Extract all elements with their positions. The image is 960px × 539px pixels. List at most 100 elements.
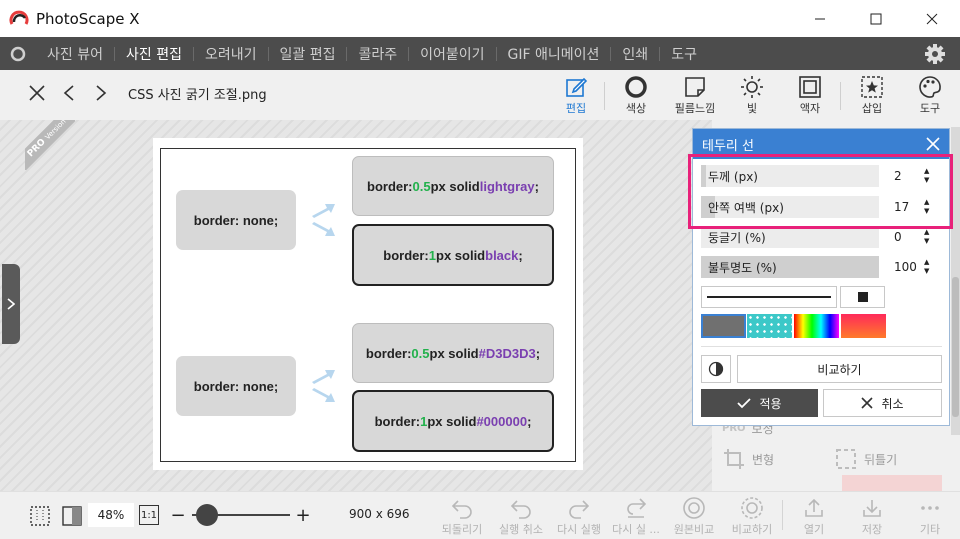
box-border-d3d3d3: border: 0.5 px solid #D3D3D3; bbox=[352, 323, 554, 383]
box-border-none-top: border: none; bbox=[176, 190, 296, 250]
bottom-bar: 48% 1:1 − + 900 x 696 되돌리기 실행 취소 다시 실행 다… bbox=[0, 491, 960, 539]
arrow-icon bbox=[312, 204, 335, 236]
roundness-row: 둥글기 (%) bbox=[701, 226, 879, 248]
line-style-select[interactable] bbox=[701, 286, 837, 308]
nav-batch[interactable]: 일괄 편집 bbox=[269, 44, 347, 64]
opacity-row: 불투명도 (%) bbox=[701, 256, 879, 278]
compare-toggle-button[interactable] bbox=[701, 355, 731, 383]
target-icon bbox=[683, 497, 705, 519]
redo-all-button[interactable]: 다시 실 ... bbox=[608, 495, 664, 537]
title-bar: PhotoScape X bbox=[0, 0, 960, 37]
compare-bottom-label: 비교하기 bbox=[731, 523, 773, 536]
box-text: px solid bbox=[429, 345, 479, 361]
compare-button[interactable]: 비교하기 bbox=[737, 355, 942, 383]
nav-print[interactable]: 인쇄 bbox=[611, 44, 659, 64]
original-compare-button[interactable]: 원본비교 bbox=[666, 495, 722, 537]
pro-ribbon-label: PRO bbox=[25, 137, 48, 160]
bottom-divider bbox=[782, 500, 783, 530]
scrollbar-thumb[interactable] bbox=[952, 277, 959, 417]
toolbar-divider bbox=[604, 82, 605, 110]
redo-all-icon bbox=[627, 498, 647, 518]
panel-item-label: 변형 bbox=[752, 452, 775, 467]
nav-gif[interactable]: GIF 애니메이션 bbox=[497, 44, 611, 64]
box-text: px solid bbox=[430, 178, 480, 194]
roundness-slider[interactable]: 둥글기 (%) bbox=[701, 226, 879, 248]
dialog-close-button[interactable] bbox=[923, 134, 943, 154]
home-button[interactable] bbox=[0, 45, 36, 63]
zoom-out-button[interactable]: − bbox=[170, 504, 186, 526]
zoom-level-field[interactable]: 48% bbox=[88, 503, 134, 527]
maximize-button[interactable] bbox=[848, 0, 904, 37]
panel-item-warp[interactable]: 뒤틀기 bbox=[834, 447, 897, 471]
more-button[interactable]: 기타 bbox=[902, 495, 958, 537]
revert-button[interactable]: 되돌리기 bbox=[434, 495, 490, 537]
more-label: 기타 bbox=[919, 523, 941, 536]
opacity-slider[interactable]: 불투명도 (%) bbox=[701, 256, 879, 278]
stepper-value: 100 bbox=[894, 260, 917, 274]
box-text: lightgray bbox=[479, 178, 535, 194]
edit-icon bbox=[566, 77, 588, 97]
tab-frame[interactable]: 액자 bbox=[785, 74, 835, 116]
tab-film[interactable]: 필름느낌 bbox=[670, 74, 720, 116]
pro-ribbon-sub: Version bbox=[43, 120, 68, 142]
tab-edit[interactable]: 편집 bbox=[551, 74, 601, 116]
box-text: 1 bbox=[420, 413, 428, 429]
zoom-slider-knob[interactable] bbox=[196, 504, 218, 526]
close-icon bbox=[29, 85, 45, 101]
panel-item-transform[interactable]: 변형 bbox=[722, 447, 774, 471]
box-text: ; bbox=[527, 413, 532, 429]
compare-bottom-button[interactable]: 비교하기 bbox=[724, 495, 780, 537]
line-style-preview bbox=[707, 296, 831, 298]
cancel-button[interactable]: 취소 bbox=[823, 389, 942, 417]
box-text: px solid bbox=[436, 247, 486, 263]
fill-rainbow-option[interactable] bbox=[794, 314, 839, 338]
next-photo-button[interactable] bbox=[90, 82, 112, 104]
box-border-none-bottom: border: none; bbox=[176, 356, 296, 416]
tab-insert[interactable]: 삽입 bbox=[847, 74, 897, 116]
redo-button[interactable]: 다시 실행 bbox=[551, 495, 607, 537]
frame-icon bbox=[799, 76, 821, 98]
box-text: border: bbox=[365, 345, 412, 361]
undo-icon bbox=[510, 500, 531, 519]
tab-frame-label: 액자 bbox=[799, 102, 821, 115]
background-toggle-button[interactable] bbox=[60, 504, 84, 528]
roundness-stepper[interactable]: 0 ▲ ▼ bbox=[894, 226, 946, 248]
close-window-button[interactable] bbox=[904, 0, 960, 37]
line-color-picker[interactable] bbox=[840, 286, 885, 308]
fill-solid-option[interactable] bbox=[701, 314, 746, 338]
editor-toolbar: CSS 사진 굵기 조절.png 편집 색상 필름느낌 빛 액자 삽입 도구 bbox=[0, 70, 960, 120]
zoom-in-button[interactable]: + bbox=[295, 504, 311, 526]
upload-icon bbox=[805, 498, 823, 517]
maximize-icon bbox=[870, 13, 882, 24]
warp-icon bbox=[836, 449, 856, 469]
minimize-button[interactable] bbox=[792, 0, 848, 37]
tab-color[interactable]: 색상 bbox=[611, 74, 661, 116]
stepper-arrows-icon[interactable]: ▲ ▼ bbox=[924, 228, 929, 246]
apply-button[interactable]: 적용 bbox=[701, 389, 818, 417]
nav-photo-viewer[interactable]: 사진 뷰어 bbox=[36, 44, 114, 64]
pro-version-ribbon: PRO Version bbox=[25, 120, 75, 170]
stepper-arrows-icon[interactable]: ▲ ▼ bbox=[924, 258, 929, 276]
fill-gradient-option[interactable] bbox=[841, 314, 886, 338]
nav-collage[interactable]: 콜라주 bbox=[347, 44, 408, 64]
open-button[interactable]: 열기 bbox=[786, 495, 842, 537]
tab-tools[interactable]: 도구 bbox=[905, 74, 955, 116]
fill-pattern-option[interactable] bbox=[747, 314, 792, 338]
save-button[interactable]: 저장 bbox=[844, 495, 900, 537]
tab-tools-label: 도구 bbox=[919, 102, 941, 115]
nav-combine[interactable]: 이어붙이기 bbox=[409, 44, 495, 64]
grid-toggle-button[interactable] bbox=[28, 504, 52, 528]
tab-light[interactable]: 빛 bbox=[727, 74, 777, 116]
opacity-stepper[interactable]: 100 ▲ ▼ bbox=[894, 256, 946, 278]
nav-photo-editor[interactable]: 사진 편집 bbox=[115, 44, 193, 64]
nav-tools[interactable]: 도구 bbox=[660, 44, 708, 64]
nav-cut-out[interactable]: 오려내기 bbox=[194, 44, 268, 64]
chevron-left-icon bbox=[63, 85, 74, 101]
previous-photo-button[interactable] bbox=[58, 82, 80, 104]
actual-size-button[interactable]: 1:1 bbox=[139, 505, 159, 525]
settings-button[interactable] bbox=[924, 43, 946, 69]
expand-left-panel-button[interactable] bbox=[2, 264, 20, 344]
undo-button[interactable]: 실행 취소 bbox=[493, 495, 549, 537]
close-photo-button[interactable] bbox=[26, 82, 48, 104]
box-text: ; bbox=[535, 345, 541, 361]
